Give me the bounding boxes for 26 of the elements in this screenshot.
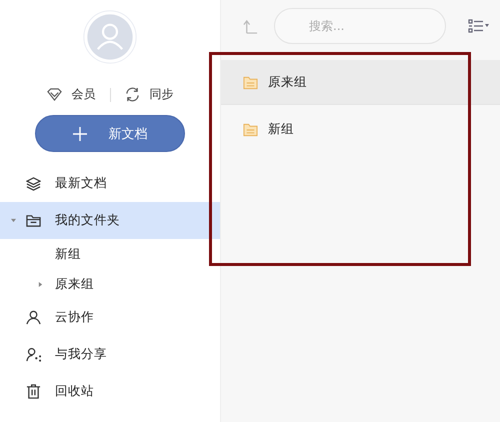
search-field[interactable]: 搜索... [274,8,446,44]
folder-icon [26,213,41,228]
sync-icon [124,87,140,102]
folder-row[interactable]: 新组 [221,107,500,152]
new-document-button[interactable]: 新文档 [35,115,185,152]
subfolder-item[interactable]: 新组 [0,239,220,269]
plus-icon [72,126,86,140]
subfolder-item[interactable]: 原来组 [0,269,220,299]
avatar-icon[interactable] [83,10,137,64]
person-icon [26,310,41,325]
folder-icon [243,122,258,136]
nav-item[interactable]: 与我分享 [0,336,220,373]
folder-icon [243,76,258,90]
action-button[interactable]: 同步 [124,86,174,103]
up-level-icon[interactable] [243,18,258,34]
trash-icon [26,384,41,399]
layers-icon [26,176,41,191]
nav-item[interactable]: 最新文档 [0,165,220,202]
nav-item[interactable]: 我的文件夹 [0,202,220,239]
diamond-icon [46,87,62,102]
action-button[interactable]: 会员 [46,86,96,103]
list-view-icon[interactable] [468,19,490,33]
folder-row[interactable]: 原来组 [221,60,500,105]
nav-item[interactable]: 回收站 [0,373,220,410]
nav-item[interactable]: 云协作 [0,299,220,336]
share-user-icon [26,347,41,362]
